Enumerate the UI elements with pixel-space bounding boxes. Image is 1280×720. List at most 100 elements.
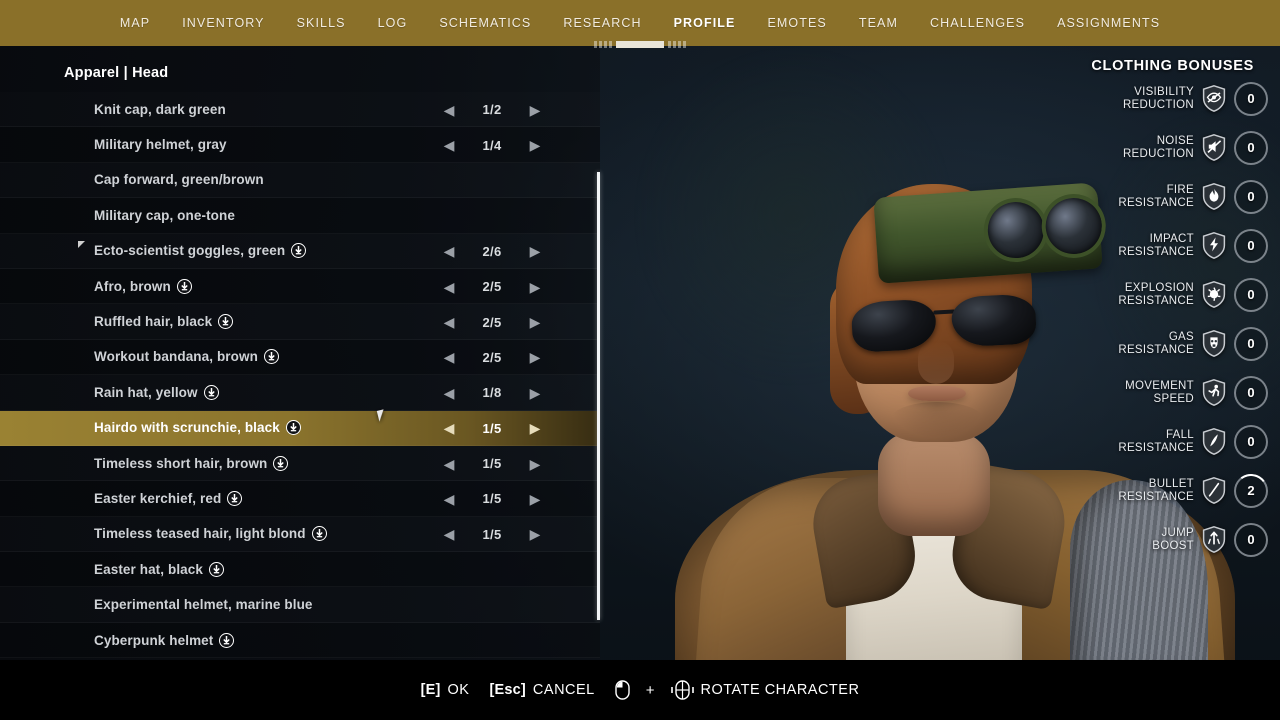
nav-tab-skills[interactable]: SKILLS — [294, 12, 349, 34]
apparel-item-name: Afro, brown — [94, 278, 171, 294]
gas-resistance-shield-icon — [1202, 330, 1226, 357]
variant-next-arrow-icon[interactable]: ▶ — [518, 138, 552, 152]
hint-ok[interactable]: [E] OK — [421, 682, 470, 698]
ok-key-label: [E] — [420, 682, 441, 698]
apparel-row[interactable]: Military helmet, gray ◀ 1/4 ▶ — [0, 127, 600, 163]
page-tick — [609, 41, 612, 48]
page-tick — [668, 41, 671, 48]
apparel-row[interactable]: Afro, brown ◀ 2/5 ▶ — [0, 268, 600, 305]
variant-next-arrow-icon[interactable]: ▶ — [518, 103, 552, 117]
nav-tab-inventory[interactable]: INVENTORY — [179, 12, 267, 34]
mouse-move-icon — [670, 680, 694, 700]
apparel-list-panel: Apparel | Head Knit cap, dark green ◀ 1/2 ▶… — [0, 46, 600, 660]
variant-next-arrow-icon[interactable]: ▶ — [518, 492, 552, 506]
bonus-number: 2 — [1247, 483, 1255, 498]
variant-prev-arrow-icon[interactable]: ◀ — [432, 386, 466, 400]
variant-next-arrow-icon[interactable]: ▶ — [518, 386, 552, 400]
nav-tab-assignments[interactable]: ASSIGNMENTS — [1054, 12, 1163, 34]
apparel-row[interactable]: Easter kerchief, red ◀ 1/5 ▶ — [0, 481, 600, 517]
apparel-row[interactable]: Timeless short hair, brown ◀ 1/5 ▶ — [0, 446, 600, 482]
bonus-number: 0 — [1247, 385, 1255, 400]
variant-prev-arrow-icon[interactable]: ◀ — [432, 492, 466, 506]
apparel-item-name: Military cap, one-tone — [94, 207, 235, 223]
noise-reduction-shield-icon — [1202, 134, 1226, 161]
apparel-row[interactable]: Hairdo with scrunchie, black ◀ 1/5 ▶ — [0, 410, 600, 446]
bonus-row: FIRE RESISTANCE 0 — [1012, 172, 1268, 221]
variant-prev-arrow-icon[interactable]: ◀ — [432, 421, 466, 435]
apparel-item-name: Easter kerchief, red — [94, 490, 222, 506]
nav-tab-challenges[interactable]: CHALLENGES — [927, 12, 1028, 34]
bonus-row: BULLET RESISTANCE 2 — [1012, 466, 1271, 515]
rotate-character-label: ROTATE CHARACTER — [700, 682, 860, 698]
cancel-key-label: [Esc] — [489, 682, 526, 698]
plus-separator: + — [645, 681, 655, 699]
variant-prev-arrow-icon[interactable]: ◀ — [432, 527, 466, 541]
nav-tab-log[interactable]: LOG — [375, 12, 411, 34]
apparel-row[interactable]: Knit cap, dark green ◀ 1/2 ▶ — [0, 92, 600, 128]
apparel-row-label: Rain hat, yellow — [94, 384, 219, 400]
dlc-download-icon — [291, 243, 307, 259]
nav-tab-team[interactable]: TEAM — [856, 12, 901, 34]
nav-tab-emotes[interactable]: EMOTES — [764, 12, 829, 34]
hint-cancel[interactable]: [Esc] CANCEL — [489, 682, 594, 698]
apparel-row[interactable]: Timeless teased hair, light blond ◀ 1/5 ▶ — [0, 517, 600, 553]
nav-tab-schematics[interactable]: SCHEMATICS — [436, 12, 534, 34]
bonus-row: VISIBILITY REDUCTION 0 — [1012, 74, 1268, 123]
variant-prev-arrow-icon[interactable]: ◀ — [432, 244, 466, 258]
nav-tab-profile[interactable]: PROFILE — [671, 12, 739, 34]
variant-next-arrow-icon[interactable]: ▶ — [518, 527, 552, 541]
bonus-label: NOISE REDUCTION — [1122, 135, 1194, 160]
variant-selector: ◀ 2/5 ▶ — [432, 340, 552, 375]
bonus-row: NOISE REDUCTION 0 — [1012, 123, 1268, 172]
dlc-download-icon — [219, 632, 235, 648]
apparel-row-label: Hairdo with scrunchie, black — [94, 420, 301, 436]
bonus-row: JUMP BOOST 0 — [1012, 515, 1268, 564]
variant-next-arrow-icon[interactable]: ▶ — [518, 280, 552, 294]
apparel-row[interactable]: Easter hat, black — [0, 552, 600, 588]
apparel-row-label: Ruffled hair, black — [94, 314, 234, 330]
bonus-row: GAS RESISTANCE 0 — [1012, 319, 1268, 368]
nav-tab-research[interactable]: RESEARCH — [560, 12, 644, 34]
apparel-row[interactable]: Ruffled hair, black ◀ 2/5 ▶ — [0, 304, 600, 340]
apparel-item-name: Military helmet, gray — [94, 137, 227, 153]
visibility-reduction-shield-icon — [1202, 85, 1226, 112]
bonus-value: 2 — [1231, 471, 1271, 510]
variant-next-arrow-icon[interactable]: ▶ — [518, 457, 552, 471]
bonus-value: 0 — [1234, 424, 1268, 459]
apparel-row-label: Easter hat, black — [94, 561, 225, 577]
apparel-row[interactable]: Cap forward, green/brown — [0, 163, 600, 199]
variant-selector: ◀ 1/8 ▶ — [432, 375, 552, 410]
bonus-label: BULLET RESISTANCE — [1118, 478, 1194, 503]
variant-selector: ◀ 1/2 ▶ — [432, 92, 552, 127]
apparel-row[interactable]: Workout bandana, brown ◀ 2/5 ▶ — [0, 339, 600, 376]
apparel-row[interactable]: Cyberpunk helmet — [0, 622, 600, 659]
apparel-row[interactable]: Experimental helmet, marine blue — [0, 587, 600, 623]
jump-boost-shield-icon — [1202, 526, 1226, 553]
apparel-row[interactable]: Ecto-scientist goggles, green ◀ 2/6 ▶ — [0, 234, 600, 269]
variant-prev-arrow-icon[interactable]: ◀ — [432, 350, 466, 364]
variant-prev-arrow-icon[interactable]: ◀ — [432, 138, 466, 152]
bonus-number: 0 — [1247, 434, 1255, 449]
apparel-row[interactable]: Military cap, one-tone — [0, 198, 600, 234]
cancel-action-label: CANCEL — [532, 682, 595, 698]
variant-prev-arrow-icon[interactable]: ◀ — [432, 315, 466, 329]
apparel-row-label: Experimental helmet, marine blue — [94, 597, 313, 612]
hint-rotate-character[interactable]: + ROTATE CHARACTER — [615, 680, 860, 700]
nav-tab-map[interactable]: MAP — [117, 12, 153, 34]
scrollbar-thumb[interactable] — [597, 172, 600, 620]
variant-next-arrow-icon[interactable]: ▶ — [518, 421, 552, 435]
variant-next-arrow-icon[interactable]: ▶ — [518, 244, 552, 258]
variant-prev-arrow-icon[interactable]: ◀ — [432, 280, 466, 294]
variant-next-arrow-icon[interactable]: ▶ — [518, 350, 552, 364]
clothing-bonuses-panel: CLOTHING BONUSES VISIBILITY REDUCTION 0 NO… — [1012, 58, 1271, 564]
variant-prev-arrow-icon[interactable]: ◀ — [432, 457, 466, 471]
apparel-item-name: Experimental helmet, marine blue — [94, 597, 313, 613]
bonus-label: VISIBILITY REDUCTION — [1122, 86, 1194, 111]
bonus-label: GAS RESISTANCE — [1118, 331, 1194, 356]
variant-next-arrow-icon[interactable]: ▶ — [518, 315, 552, 329]
apparel-row[interactable]: Rain hat, yellow ◀ 1/8 ▶ — [0, 375, 600, 411]
variant-prev-arrow-icon[interactable]: ◀ — [432, 103, 466, 117]
variant-count: 2/5 — [482, 314, 502, 330]
apparel-row-label: Military cap, one-tone — [94, 208, 235, 223]
bonus-number: 0 — [1247, 336, 1255, 351]
